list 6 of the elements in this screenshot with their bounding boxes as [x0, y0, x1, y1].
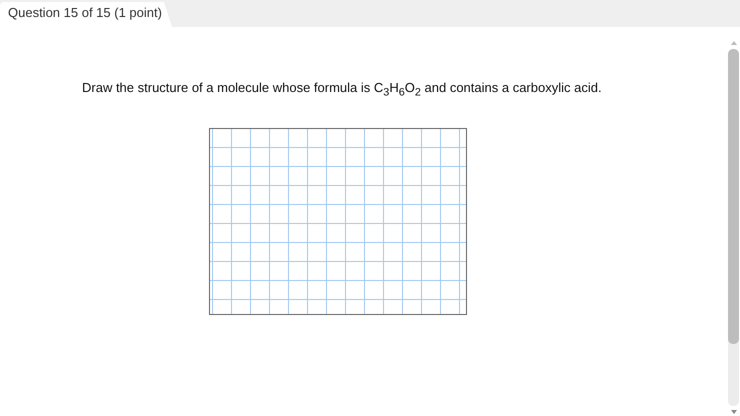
question-text: Draw the structure of a molecule whose formula is C$_{3}$H$_{6}$O$_{2}$ and contains a carboxylic acid.: [82, 80, 602, 99]
scroll-up-icon[interactable]: [730, 41, 736, 45]
scroll-down-icon[interactable]: [730, 410, 736, 414]
scrollbar-thumb[interactable]: [728, 49, 739, 344]
question-tab[interactable]: Question 15 of 15 (1 point): [0, 2, 172, 27]
drawing-grid[interactable]: [209, 128, 467, 315]
